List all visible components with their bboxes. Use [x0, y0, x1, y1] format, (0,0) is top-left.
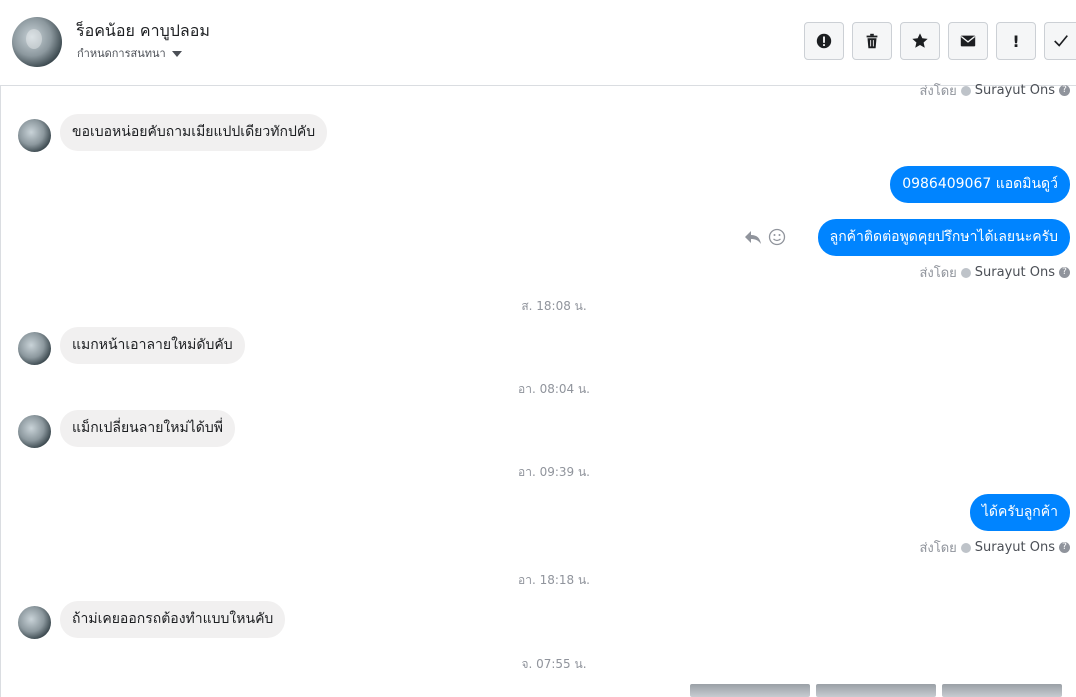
message-bubble-outgoing[interactable]: 0986409067 แอดมินดูว์	[890, 166, 1070, 203]
check-icon	[960, 267, 971, 278]
star-icon	[912, 33, 928, 48]
follow-up-button[interactable]: !	[996, 22, 1036, 60]
caret-down-icon	[171, 51, 182, 57]
sent-by-line: ส่งโดย Surayut Ons ?	[919, 80, 1070, 101]
message-bubble-incoming[interactable]: แม็กเปลี่ยนลายใหม่ได้บพี่	[60, 410, 235, 447]
emoji-reaction-icon[interactable]	[768, 228, 786, 246]
timestamp: อา. 08:04 น.	[518, 382, 590, 396]
conversation-settings-label: กำหนดการสนทนา	[77, 47, 166, 60]
sender-avatar[interactable]	[18, 606, 51, 639]
timestamp: ส. 18:08 น.	[521, 299, 587, 313]
message-bubble-incoming[interactable]: ถ้าม่เคยออกรถต้องทำแบบใหนคับ	[60, 601, 286, 638]
sender-name[interactable]: Surayut Ons	[975, 83, 1055, 98]
sender-avatar[interactable]	[18, 119, 51, 152]
delete-button[interactable]	[852, 22, 892, 60]
image-attachments[interactable]	[690, 684, 1062, 697]
timestamp: อา. 09:39 น.	[518, 465, 590, 479]
mark-spam-button[interactable]	[804, 22, 844, 60]
sender-name[interactable]: Surayut Ons	[975, 265, 1055, 280]
sender-name[interactable]: Surayut Ons	[975, 540, 1055, 555]
message-actions	[744, 228, 786, 246]
contact-avatar[interactable]	[12, 17, 62, 67]
envelope-icon	[960, 35, 976, 47]
mark-done-button[interactable]	[1044, 22, 1076, 60]
message-bubble-outgoing[interactable]: ลูกค้าติดต่อพูดคุยปรึกษาได้เลยนะครับ	[817, 219, 1070, 256]
help-icon[interactable]: ?	[1059, 85, 1070, 96]
message-bubble-incoming[interactable]: แมกหน้าเอาลายใหม่ดับคับ	[60, 327, 245, 364]
sender-avatar[interactable]	[18, 332, 51, 365]
image-thumbnail[interactable]	[942, 684, 1062, 697]
message-bubble-incoming[interactable]: ขอเบอหน่อยคับถามเมียแปปเดียวทักปคับ	[60, 114, 328, 151]
timestamp: จ. 07:55 น.	[521, 657, 587, 671]
exclamation-icon: !	[1012, 31, 1020, 51]
conversation-header: ร็อคน้อย คาบูปลอม กำหนดการสนทนา !	[0, 0, 1076, 86]
check-icon	[960, 542, 971, 553]
help-icon[interactable]: ?	[1059, 542, 1070, 553]
image-thumbnail[interactable]	[690, 684, 810, 697]
check-icon	[960, 85, 971, 96]
trash-icon	[866, 33, 878, 49]
sent-by-line: ส่งโดย Surayut Ons ?	[919, 537, 1070, 558]
contact-name[interactable]: ร็อคน้อย คาบูปลอม	[76, 19, 210, 44]
reply-icon[interactable]	[744, 229, 762, 245]
conversation-settings-dropdown[interactable]: กำหนดการสนทนา	[77, 44, 182, 62]
mark-unread-button[interactable]	[948, 22, 988, 60]
image-thumbnail[interactable]	[816, 684, 936, 697]
star-button[interactable]	[900, 22, 940, 60]
alert-circle-icon	[816, 33, 832, 49]
timestamp: อา. 18:18 น.	[518, 573, 590, 587]
sender-avatar[interactable]	[18, 415, 51, 448]
message-bubble-outgoing[interactable]: ได้ครับลูกค้า	[969, 494, 1070, 531]
sent-by-line: ส่งโดย Surayut Ons ?	[919, 262, 1070, 283]
checkmark-icon	[1053, 35, 1068, 47]
help-icon[interactable]: ?	[1059, 267, 1070, 278]
